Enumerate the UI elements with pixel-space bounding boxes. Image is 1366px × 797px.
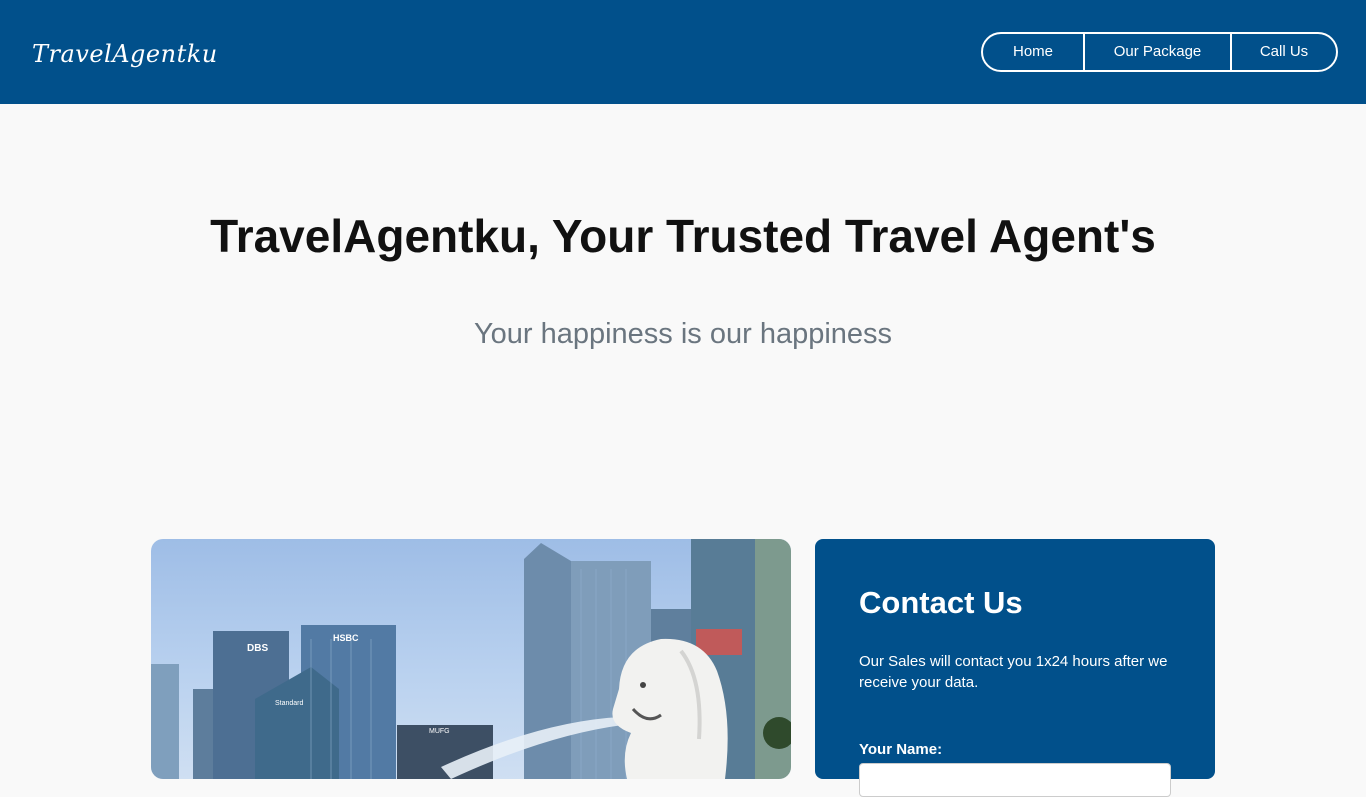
navbar: TravelAgentku Home Our Package Call Us bbox=[0, 0, 1366, 104]
name-input[interactable] bbox=[859, 763, 1171, 797]
skyline-illustration: DBS HSBC Standard MUFG bbox=[151, 539, 791, 779]
hero-subtitle: Your happiness is our happiness bbox=[473, 318, 893, 350]
mufg-sign: MUFG bbox=[429, 728, 450, 735]
merlion-statue bbox=[612, 638, 728, 779]
singapore-merlion-photo: DBS HSBC Standard MUFG bbox=[151, 539, 791, 779]
contact-description: Our Sales will contact you 1x24 hours af… bbox=[859, 653, 1168, 691]
contact-title: Contact Us bbox=[859, 585, 1023, 620]
dbs-sign: DBS bbox=[247, 643, 268, 654]
nav-home-link[interactable]: Home bbox=[983, 34, 1083, 70]
contact-card: Contact Us Our Sales will contact you 1x… bbox=[815, 539, 1215, 797]
building-left-edge bbox=[151, 664, 179, 779]
merlion-eye bbox=[640, 682, 646, 688]
name-label: Your Name: bbox=[859, 741, 943, 758]
nav-our-package-link[interactable]: Our Package bbox=[1083, 34, 1230, 70]
standard-sign: Standard bbox=[275, 700, 304, 707]
nav-call-us-link[interactable]: Call Us bbox=[1230, 34, 1336, 70]
main-nav: Home Our Package Call Us bbox=[981, 32, 1338, 72]
hsbc-sign: HSBC bbox=[333, 633, 359, 643]
site-logo[interactable]: TravelAgentku bbox=[32, 38, 218, 70]
hero-title: TravelAgentku, Your Trusted Travel Agent… bbox=[210, 210, 1156, 262]
